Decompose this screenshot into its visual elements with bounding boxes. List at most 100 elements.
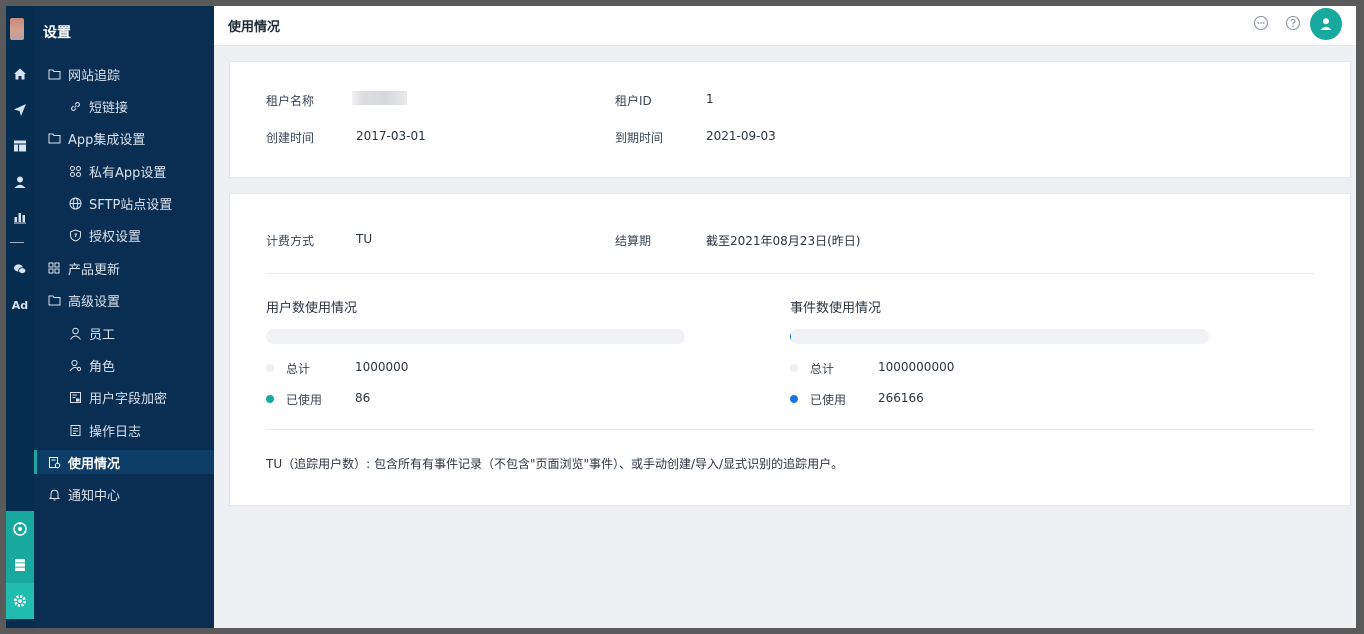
layout-icon[interactable]	[6, 135, 34, 157]
event-usage-bar	[790, 329, 1209, 344]
avatar-icon	[1320, 18, 1332, 30]
top-bar: 使用情况	[214, 6, 1356, 46]
ad-icon[interactable]: Ad	[6, 294, 34, 316]
log-icon	[67, 422, 83, 438]
sidebar-item-label: 通知中心	[68, 488, 121, 504]
event-total-label: 总计	[810, 362, 835, 376]
tenant-id-value: 1	[706, 92, 714, 106]
user-used-dot	[266, 395, 274, 403]
sidebar-item-advanced[interactable]: 高级设置	[34, 288, 214, 312]
app-window: Ad 设置 网站追踪 短链接 App集成设置 私有App设置 SFTP站点设置 …	[6, 6, 1356, 628]
gear-icon	[14, 595, 26, 607]
sidebar-item-label: App集成设置	[68, 132, 146, 148]
tenant-id-label: 租户ID	[615, 94, 652, 108]
billing-period-label: 结算期	[615, 234, 652, 248]
event-used-label: 已使用	[810, 393, 847, 407]
sidebar-item-field-encryption[interactable]: 用户字段加密	[34, 385, 214, 409]
sidebar-item-private-app[interactable]: 私有App设置	[34, 159, 214, 183]
folder-icon	[46, 130, 62, 146]
sidebar-item-usage[interactable]: 使用情况	[34, 450, 214, 474]
rail-divider	[10, 242, 24, 243]
expire-time-label: 到期时间	[615, 131, 664, 145]
settings-sidebar: 设置 网站追踪 短链接 App集成设置 私有App设置 SFTP站点设置 授权设…	[34, 6, 214, 628]
event-total-dot	[790, 364, 798, 372]
sidebar-item-app-integration[interactable]: App集成设置	[34, 126, 214, 150]
usage-card: 计费方式 TU 结算期 截至2021年08月23日(昨日) 用户数使用情况 总计…	[229, 193, 1351, 506]
created-time-value: 2017-03-01	[356, 129, 426, 143]
tu-note: TU（追踪用户数）: 包含所有有事件记录（不包含"页面浏览"事件）、或手动创建/…	[266, 457, 844, 471]
sidebar-item-staff[interactable]: 员工	[34, 321, 214, 345]
sidebar-item-product-updates[interactable]: 产品更新	[34, 256, 214, 280]
user-usage-bar	[266, 329, 685, 344]
event-used-value: 266166	[878, 391, 924, 405]
sidebar-item-label: 短链接	[89, 100, 129, 116]
user-used-label: 已使用	[286, 393, 323, 407]
sidebar-item-authorization[interactable]: 授权设置	[34, 223, 214, 247]
user-usage-title: 用户数使用情况	[266, 301, 358, 316]
home-icon[interactable]	[6, 63, 34, 85]
encrypt-icon	[67, 389, 83, 405]
user-total-value: 1000000	[355, 360, 409, 374]
sidebar-item-label: 用户字段加密	[89, 391, 168, 407]
sidebar-item-label: 私有App设置	[89, 165, 167, 181]
sidebar-item-label: SFTP站点设置	[89, 197, 173, 213]
server-icon	[15, 559, 25, 571]
rail-bottom-analytics[interactable]	[6, 511, 34, 547]
event-used-dot	[790, 395, 798, 403]
shield-icon	[67, 227, 83, 243]
billing-period-value: 截至2021年08月23日(昨日)	[706, 234, 861, 248]
sidebar-item-label: 使用情况	[68, 456, 121, 472]
event-usage-title: 事件数使用情况	[790, 301, 882, 316]
sidebar-item-roles[interactable]: 角色	[34, 353, 214, 377]
logo[interactable]	[10, 18, 24, 40]
bell-icon	[46, 486, 62, 502]
sidebar-item-sftp[interactable]: SFTP站点设置	[34, 191, 214, 215]
chat-icon[interactable]	[1253, 15, 1269, 31]
sidebar-item-label: 操作日志	[89, 424, 142, 440]
link-icon	[67, 98, 83, 114]
event-total-value: 1000000000	[878, 360, 955, 374]
icon-rail: Ad	[6, 6, 34, 628]
folder-icon	[46, 292, 62, 308]
billing-method-value: TU	[356, 232, 373, 246]
user-icon	[67, 325, 83, 341]
sidebar-item-short-link[interactable]: 短链接	[34, 94, 214, 118]
page-title: 使用情况	[228, 20, 281, 35]
sidebar-item-label: 员工	[89, 327, 116, 343]
tenant-name-label: 租户名称	[266, 94, 315, 108]
user-total-dot	[266, 364, 274, 372]
expire-time-value: 2021-09-03	[706, 129, 776, 143]
wechat-icon[interactable]	[6, 258, 34, 280]
avatar[interactable]	[1310, 8, 1342, 40]
grid-icon	[46, 260, 62, 276]
help-icon[interactable]	[1285, 15, 1301, 31]
billing-method-label: 计费方式	[266, 234, 315, 248]
command-icon	[67, 163, 83, 179]
sidebar-item-operation-log[interactable]: 操作日志	[34, 418, 214, 442]
send-icon[interactable]	[6, 99, 34, 121]
tenant-info-card: 租户名称 租户ID 1 创建时间 2017-03-01 到期时间 2021-09…	[229, 61, 1351, 178]
divider	[266, 273, 1314, 274]
sidebar-item-label: 授权设置	[89, 229, 142, 245]
bar-chart-icon[interactable]	[6, 206, 34, 228]
sidebar-item-label: 网站追踪	[68, 68, 121, 84]
sidebar-item-website-tracking[interactable]: 网站追踪	[34, 62, 214, 86]
user-used-value: 86	[355, 391, 371, 405]
usage-icon	[46, 454, 62, 470]
user-total-label: 总计	[286, 362, 311, 376]
user-role-icon	[67, 357, 83, 373]
rail-bottom-settings[interactable]	[6, 583, 34, 619]
sidebar-item-label: 高级设置	[68, 294, 121, 310]
rail-bottom-data[interactable]	[6, 547, 34, 583]
sidebar-item-notifications[interactable]: 通知中心	[34, 482, 214, 506]
sidebar-title: 设置	[43, 25, 71, 41]
network-icon	[13, 522, 27, 536]
person-icon[interactable]	[6, 171, 34, 193]
sidebar-item-label: 角色	[89, 359, 116, 375]
tenant-name-redacted	[352, 91, 407, 105]
sidebar-item-label: 产品更新	[68, 262, 121, 278]
globe-icon	[67, 195, 83, 211]
folder-icon	[46, 66, 62, 82]
created-time-label: 创建时间	[266, 131, 315, 145]
divider	[266, 429, 1314, 430]
